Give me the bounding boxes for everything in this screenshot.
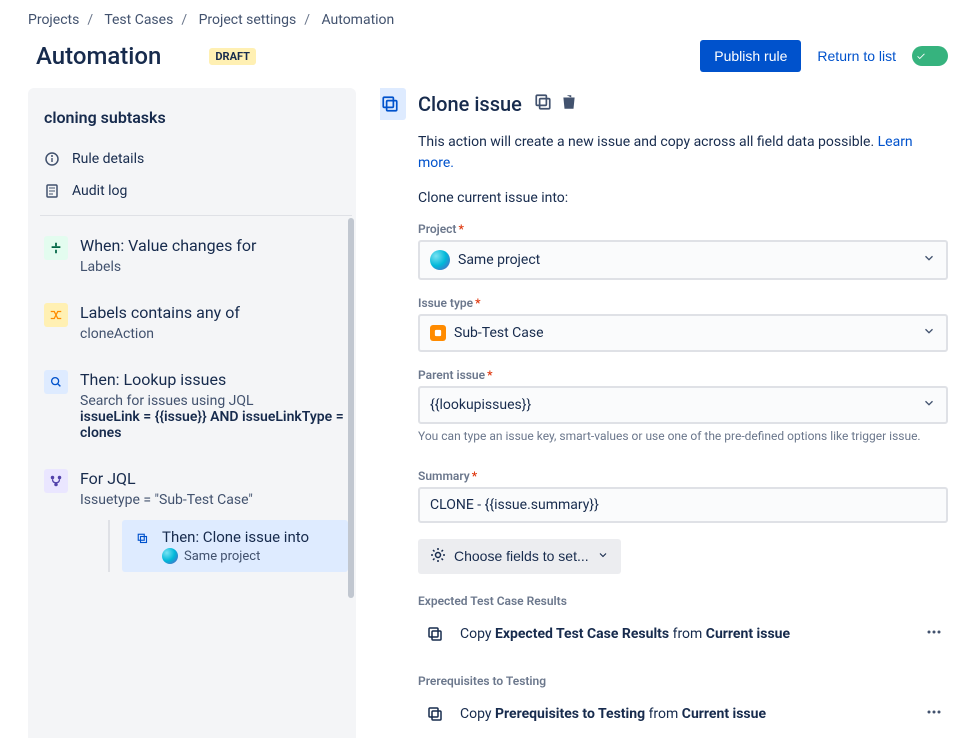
clone-into-label: Clone current issue into: — [418, 190, 948, 206]
copy-text[interactable]: Copy Expected Test Case Results from Cur… — [454, 626, 910, 642]
step-title: Then: Clone issue into — [162, 528, 338, 546]
condition-icon — [44, 303, 68, 327]
trigger-icon — [44, 236, 68, 260]
chevron-down-icon — [597, 548, 609, 564]
project-avatar-icon — [162, 548, 178, 564]
copy-row: Copy Prerequisites to Testing from Curre… — [418, 694, 948, 734]
step-subtitle: Search for issues using JQL issueLink = … — [80, 393, 348, 441]
step-condition[interactable]: Labels contains any of cloneAction — [40, 295, 352, 350]
copy-icon — [426, 705, 444, 723]
component-description: This action will create a new issue and … — [418, 132, 948, 174]
copy-field-label: Expected Test Case Results — [418, 594, 948, 608]
project-avatar-icon — [430, 250, 450, 270]
delete-icon[interactable] — [560, 93, 578, 115]
select-value: Same project — [458, 252, 540, 268]
page-header: Automation DRAFT Publish rule Return to … — [0, 32, 976, 88]
breadcrumb: Projects/ Test Cases/ Project settings/ … — [0, 0, 976, 32]
step-title: For JQL — [80, 469, 348, 488]
copy-row: Copy Expected Test Case Results from Cur… — [418, 614, 948, 654]
parent-label: Parent issue* — [418, 368, 948, 382]
clone-icon — [380, 88, 406, 120]
step-trigger[interactable]: When: Value changes for Labels — [40, 228, 352, 283]
crumb-test-cases[interactable]: Test Cases — [104, 12, 173, 28]
document-icon — [44, 183, 60, 199]
gear-icon — [430, 547, 446, 566]
step-clone-selected[interactable]: Then: Clone issue into Same project — [122, 520, 348, 572]
info-icon — [44, 151, 60, 167]
nav-rule-details[interactable]: Rule details — [40, 143, 352, 175]
step-title: Labels contains any of — [80, 303, 348, 322]
copy-icon[interactable] — [534, 93, 552, 115]
copy-field-label: Prerequisites to Testing — [418, 674, 948, 688]
nav-audit-log[interactable]: Audit log — [40, 175, 352, 207]
step-subtitle: Labels — [80, 259, 348, 275]
copy-text[interactable]: Copy Prerequisites to Testing from Curre… — [454, 706, 910, 722]
step-title: When: Value changes for — [80, 236, 348, 255]
crumb-automation[interactable]: Automation — [321, 12, 394, 28]
issuetype-icon — [430, 325, 446, 341]
nav-label: Rule details — [72, 151, 144, 167]
scrollbar[interactable] — [348, 218, 354, 598]
nav-label: Audit log — [72, 183, 127, 199]
rule-name[interactable]: cloning subtasks — [40, 100, 352, 143]
step-title: Then: Lookup issues — [80, 370, 348, 389]
chevron-down-icon — [922, 251, 936, 269]
clone-icon — [132, 528, 152, 548]
project-label: Project* — [418, 222, 948, 236]
rule-sidebar: cloning subtasks Rule details Audit log — [28, 88, 356, 738]
copy-icon — [426, 625, 444, 643]
step-subtitle: Same project — [162, 548, 338, 564]
publish-rule-button[interactable]: Publish rule — [700, 40, 801, 72]
select-value: Sub-Test Case — [454, 325, 544, 341]
step-subtitle: cloneAction — [80, 326, 348, 342]
branch-icon — [44, 469, 68, 493]
check-icon — [916, 51, 926, 61]
status-badge: DRAFT — [209, 48, 256, 65]
step-subtitle: Issuetype = "Sub-Test Case" — [80, 492, 348, 508]
project-select[interactable]: Same project — [418, 240, 948, 280]
summary-label: Summary* — [418, 469, 948, 483]
crumb-projects[interactable]: Projects — [28, 12, 79, 28]
chevron-down-icon — [922, 396, 936, 414]
choose-fields-button[interactable]: Choose fields to set... — [418, 539, 621, 574]
main-panel: Clone issue This action will create a ne… — [380, 88, 976, 738]
issuetype-label: Issue type* — [418, 296, 948, 310]
step-lookup[interactable]: Then: Lookup issues Search for issues us… — [40, 362, 352, 449]
issuetype-select[interactable]: Sub-Test Case — [418, 314, 948, 352]
step-branch[interactable]: For JQL Issuetype = "Sub-Test Case" Then… — [40, 461, 352, 580]
parent-help-text: You can type an issue key, smart-values … — [418, 428, 948, 445]
component-title: Clone issue — [418, 92, 522, 116]
crumb-project-settings[interactable]: Project settings — [199, 12, 297, 28]
summary-input[interactable] — [418, 487, 948, 523]
lookup-icon — [44, 370, 68, 394]
select-value: {{lookupissues}} — [430, 397, 531, 413]
more-icon[interactable] — [920, 698, 948, 730]
parent-select[interactable]: {{lookupissues}} — [418, 386, 948, 424]
enable-toggle[interactable] — [912, 46, 948, 66]
more-icon[interactable] — [920, 618, 948, 650]
page-title: Automation — [36, 42, 161, 70]
return-to-list-button[interactable]: Return to list — [817, 48, 896, 64]
chevron-down-icon — [922, 324, 936, 342]
